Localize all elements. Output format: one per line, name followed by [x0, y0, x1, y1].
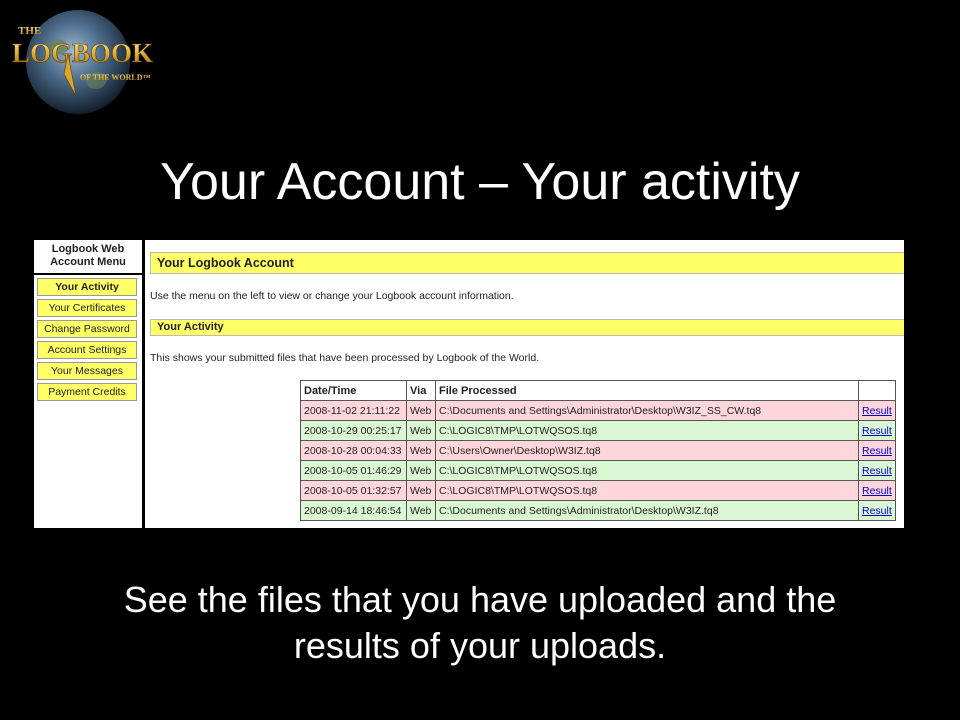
logo-world-text: OF THE WORLD™ — [80, 73, 151, 82]
caption-line2: results of your uploads. — [293, 625, 667, 666]
table-row: 2008-10-29 00:25:17 Web C:\LOGIC8\TMP\LO… — [300, 420, 896, 441]
table-row: 2008-10-05 01:46:29 Web C:\LOGIC8\TMP\LO… — [300, 460, 896, 481]
account-menu: Logbook Web Account Menu Your Activity Y… — [32, 240, 145, 528]
result-link[interactable]: Result — [862, 405, 892, 417]
slide-title: Your Account – Your activity — [160, 153, 800, 211]
menu-item-your-activity[interactable]: Your Activity — [37, 278, 137, 296]
menu-title-line2: Account Menu — [50, 256, 126, 268]
row-via: Web — [406, 400, 436, 421]
row-result-cell: Result — [858, 480, 896, 501]
result-link[interactable]: Result — [862, 505, 892, 517]
activity-header: Your Activity — [150, 319, 904, 336]
row-via: Web — [406, 440, 436, 461]
row-file: C:\Users\Owner\Desktop\W3IZ.tq8 — [435, 440, 859, 461]
row-via: Web — [406, 480, 436, 501]
table-row: 2008-11-02 21:11:22 Web C:\Documents and… — [300, 400, 896, 421]
table-row: 2008-10-28 00:04:33 Web C:\Users\Owner\D… — [300, 440, 896, 461]
row-datetime: 2008-09-14 18:46:54 — [300, 500, 407, 521]
account-screenshot: Logbook Web Account Menu Your Activity Y… — [32, 240, 904, 528]
menu-title: Logbook Web Account Menu — [34, 240, 142, 275]
menu-title-line1: Logbook Web — [51, 243, 125, 255]
result-link[interactable]: Result — [862, 445, 892, 457]
row-file: C:\Documents and Settings\Administrator\… — [435, 400, 859, 421]
row-file: C:\Documents and Settings\Administrator\… — [435, 500, 859, 521]
column-header-datetime: Date/Time — [300, 380, 407, 401]
menu-item-change-password[interactable]: Change Password — [37, 320, 137, 338]
logo-the-text: THE — [18, 25, 41, 37]
column-header-via: Via — [406, 380, 436, 401]
column-header-result — [858, 380, 896, 401]
row-file: C:\LOGIC8\TMP\LOTWQSOS.tq8 — [435, 420, 859, 441]
table-header-row: Date/Time Via File Processed — [300, 380, 896, 401]
row-result-cell: Result — [858, 440, 896, 461]
caption-line1: See the files that you have uploaded and… — [123, 579, 837, 620]
slide-caption: See the files that you have uploaded and… — [20, 577, 940, 669]
menu-item-account-settings[interactable]: Account Settings — [37, 341, 137, 359]
menu-item-your-messages[interactable]: Your Messages — [37, 362, 137, 380]
row-result-cell: Result — [858, 500, 896, 521]
activity-table: Date/Time Via File Processed 2008-11-02 … — [300, 380, 896, 521]
row-via: Web — [406, 460, 436, 481]
menu-item-your-certificates[interactable]: Your Certificates — [37, 299, 137, 317]
row-datetime: 2008-10-05 01:32:57 — [300, 480, 407, 501]
row-file: C:\LOGIC8\TMP\LOTWQSOS.tq8 — [435, 480, 859, 501]
row-result-cell: Result — [858, 460, 896, 481]
account-main-panel: Your Logbook Account Use the menu on the… — [145, 240, 904, 528]
column-header-file: File Processed — [435, 380, 859, 401]
row-datetime: 2008-10-28 00:04:33 — [300, 440, 407, 461]
activity-note: This shows your submitted files that hav… — [150, 352, 540, 364]
account-header: Your Logbook Account — [150, 252, 904, 274]
account-note: Use the menu on the left to view or chan… — [150, 290, 514, 302]
row-result-cell: Result — [858, 400, 896, 421]
row-datetime: 2008-10-29 00:25:17 — [300, 420, 407, 441]
logbook-of-the-world-logo: THE LOGBOOK OF THE WORLD™ — [6, 4, 160, 116]
row-file: C:\LOGIC8\TMP\LOTWQSOS.tq8 — [435, 460, 859, 481]
row-result-cell: Result — [858, 420, 896, 441]
row-datetime: 2008-11-02 21:11:22 — [300, 400, 407, 421]
row-datetime: 2008-10-05 01:46:29 — [300, 460, 407, 481]
globe-logo-icon: THE LOGBOOK OF THE WORLD™ — [12, 10, 153, 114]
table-row: 2008-09-14 18:46:54 Web C:\Documents and… — [300, 500, 896, 521]
row-via: Web — [406, 500, 436, 521]
result-link[interactable]: Result — [862, 465, 892, 477]
menu-item-payment-credits[interactable]: Payment Credits — [37, 383, 137, 401]
result-link[interactable]: Result — [862, 485, 892, 497]
result-link[interactable]: Result — [862, 425, 892, 437]
logo-logbook-text: LOGBOOK — [12, 38, 153, 68]
table-row: 2008-10-05 01:32:57 Web C:\LOGIC8\TMP\LO… — [300, 480, 896, 501]
row-via: Web — [406, 420, 436, 441]
